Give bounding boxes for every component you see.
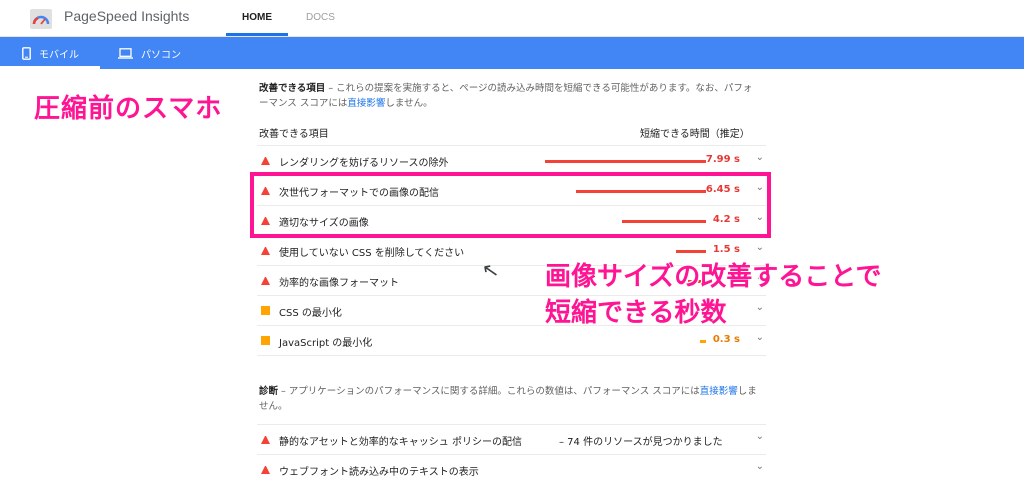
diagnostics-impact-link[interactable]: 影響: [719, 386, 738, 397]
fail-triangle-icon: [261, 465, 270, 474]
tab-desktop[interactable]: パソコン: [118, 37, 181, 69]
diagnostics-list: 静的なアセットと効率的なキャッシュ ポリシーの配信 – 74 件のリソースが見つか…: [257, 424, 766, 481]
tab-mobile-underline: [0, 66, 100, 69]
opportunities-title: 改善できる項目: [259, 83, 326, 94]
tab-home[interactable]: HOME: [242, 12, 272, 23]
savings-value: 0.3 s: [712, 334, 740, 345]
average-square-icon: [261, 306, 270, 315]
caption-seconds-saved: 短縮できる秒数: [545, 298, 727, 328]
opportunities-description-text: – これらの提案を実施すると、ページの読み込み時間を短縮できる可能性があります。…: [259, 83, 753, 109]
savings-value: 1.5 s: [712, 244, 740, 255]
opportunity-label: レンダリングを妨げるリソースの除外: [279, 158, 449, 169]
fail-triangle-icon: [261, 156, 270, 165]
highlight-box: [250, 172, 771, 238]
savings-bar: [545, 160, 706, 163]
tab-mobile[interactable]: モバイル: [22, 37, 79, 69]
savings-value: 7.99 s: [705, 154, 740, 165]
device-bar: モバイル パソコン: [0, 37, 1024, 69]
opportunities-description-end: しません。: [385, 98, 433, 109]
column-header-time: 短縮できる時間（推定）: [640, 129, 750, 140]
opportunity-label: 使用していない CSS を削除してください: [279, 248, 465, 259]
chevron-down-icon[interactable]: ⌄: [756, 242, 764, 253]
caption-image-size: 画像サイズの改善することで: [545, 262, 882, 292]
fail-triangle-icon: [261, 276, 270, 285]
chevron-down-icon[interactable]: ⌄: [756, 302, 764, 313]
app-header: PageSpeed Insights HOME DOCS: [0, 0, 1024, 37]
direct-impact-link[interactable]: 直接影響: [347, 98, 385, 109]
savings-bar: [676, 250, 706, 253]
smartphone-icon: [22, 46, 31, 60]
opportunity-row[interactable]: JavaScript の最小化 0.3 s ⌄: [257, 326, 766, 356]
tab-mobile-label: モバイル: [39, 49, 79, 61]
fail-triangle-icon: [261, 435, 270, 444]
pagespeed-logo-icon: [30, 9, 52, 29]
chevron-down-icon[interactable]: ⌄: [756, 431, 764, 442]
diagnostics-direct-link[interactable]: 直接: [700, 386, 719, 397]
diagnostics-title: 診断: [259, 386, 279, 397]
tab-home-underline: [226, 33, 288, 36]
column-header-item: 改善できる項目: [259, 129, 329, 140]
fail-triangle-icon: [261, 246, 270, 255]
tab-docs[interactable]: DOCS: [306, 12, 335, 23]
chevron-down-icon[interactable]: ⌄: [756, 461, 764, 472]
caption-before-compression: 圧縮前のスマホ: [34, 94, 223, 124]
average-square-icon: [261, 336, 270, 345]
opportunity-label: JavaScript の最小化: [279, 338, 373, 349]
tab-desktop-label: パソコン: [141, 49, 181, 61]
diagnostic-label: ウェブフォント読み込み中のテキストの表示: [279, 467, 479, 478]
savings-bar: [700, 340, 706, 343]
app-title[interactable]: PageSpeed Insights: [64, 8, 189, 24]
diagnostic-label: 静的なアセットと効率的なキャッシュ ポリシーの配信: [279, 437, 522, 448]
diagnostics-description-text: – アプリケーションのパフォーマンスに関する詳細。これらの数値は、パフォーマンス…: [278, 386, 700, 397]
diagnostic-row[interactable]: 静的なアセットと効率的なキャッシュ ポリシーの配信 – 74 件のリソースが見つか…: [257, 425, 766, 455]
diagnostic-row[interactable]: ウェブフォント読み込み中のテキストの表示 ⌄: [257, 455, 766, 481]
opportunities-description: 改善できる項目 – これらの提案を実施すると、ページの読み込み時間を短縮できる可…: [259, 81, 759, 111]
chevron-down-icon[interactable]: ⌄: [756, 152, 764, 163]
chevron-down-icon[interactable]: ⌄: [756, 332, 764, 343]
laptop-icon: [118, 47, 133, 59]
diagnostic-detail: – 74 件のリソースが見つかりました: [559, 437, 723, 448]
diagnostics-description: 診断 – アプリケーションのパフォーマンスに関する詳細。これらの数値は、パフォー…: [259, 384, 759, 414]
opportunity-label: 効率的な画像フォーマット: [279, 278, 399, 289]
opportunity-label: CSS の最小化: [279, 308, 342, 319]
